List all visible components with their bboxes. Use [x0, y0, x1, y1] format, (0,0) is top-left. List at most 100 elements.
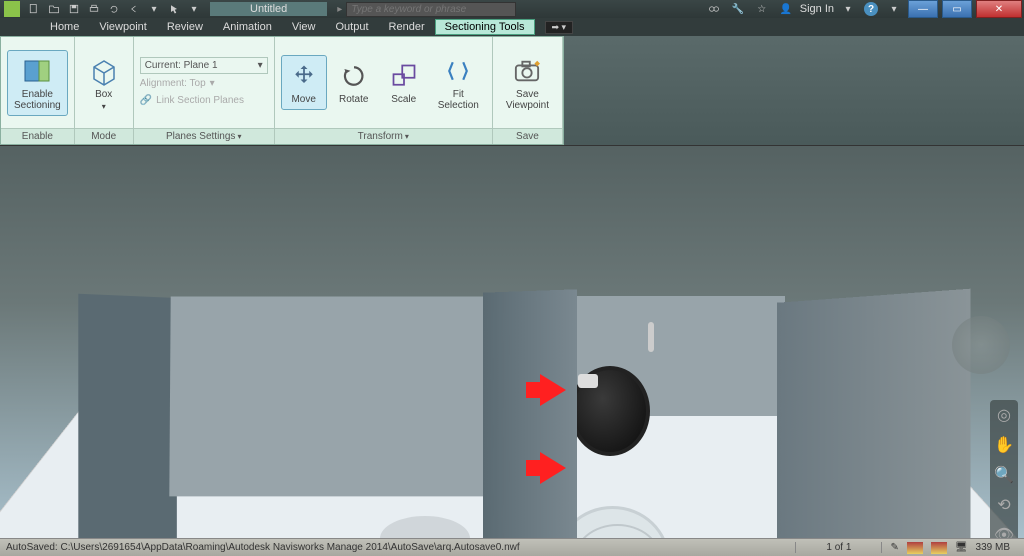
search-input[interactable]: [346, 2, 516, 17]
tab-review[interactable]: Review: [157, 19, 213, 35]
tab-overflow-button[interactable]: ➡ ▾: [545, 21, 574, 34]
orbit-icon[interactable]: ⟲: [993, 494, 1015, 516]
select-icon[interactable]: [166, 2, 182, 16]
current-plane-label: Current: Plane 1: [145, 60, 218, 71]
chevron-down-icon: ▾: [258, 60, 263, 71]
ribbon-group-mode-title: Mode: [75, 128, 133, 144]
model-wall: [777, 289, 970, 538]
save-viewpoint-label: Save Viewpoint: [506, 89, 549, 111]
model-wall: [78, 294, 177, 538]
help-icon[interactable]: ?: [864, 2, 878, 16]
link-icon: 🔗: [140, 95, 152, 106]
annotation-arrow-icon: [540, 374, 566, 406]
fit-selection-label: Fit Selection: [438, 89, 479, 111]
ribbon-group-planes-title[interactable]: Planes Settings: [134, 128, 274, 144]
tab-viewpoint[interactable]: Viewpoint: [89, 19, 157, 35]
move-label: Move: [291, 94, 315, 105]
link-section-planes-button[interactable]: 🔗 Link Section Planes: [140, 93, 268, 108]
scale-icon: [388, 60, 420, 92]
model-faucet: [578, 374, 598, 388]
tab-animation[interactable]: Animation: [213, 19, 282, 35]
rotate-button[interactable]: Rotate: [331, 55, 377, 110]
ribbon-group-transform: Move Rotate Scale: [275, 37, 493, 144]
binoculars-icon[interactable]: [706, 2, 722, 16]
enable-sectioning-label: Enable Sectioning: [14, 89, 61, 111]
status-bar: AutoSaved: C:\Users\2691654\AppData\Roam…: [0, 538, 1024, 556]
steering-wheel-icon[interactable]: ◎: [993, 404, 1015, 426]
app-icon[interactable]: [4, 1, 20, 17]
key-icon[interactable]: 🔧: [730, 2, 746, 16]
box-icon: [88, 55, 120, 87]
ribbon-tabs: Home Viewpoint Review Animation View Out…: [0, 18, 1024, 36]
ribbon-group-save: Save Viewpoint Save: [493, 37, 563, 144]
tab-view[interactable]: View: [282, 19, 326, 35]
model-door-handle: [648, 322, 654, 352]
fit-selection-button[interactable]: Fit Selection: [431, 50, 486, 116]
title-bar: ▾ ▾ Untitled ▸ 🔧 ☆ 👤 Sign In ▾ ? ▾ — ▭ ✕: [0, 0, 1024, 18]
tab-home[interactable]: Home: [40, 19, 89, 35]
sign-in-link[interactable]: Sign In: [800, 3, 834, 15]
print-icon[interactable]: [86, 2, 102, 16]
box-mode-button[interactable]: Box ▾: [81, 50, 127, 116]
tab-output[interactable]: Output: [326, 19, 379, 35]
save-viewpoint-button[interactable]: Save Viewpoint: [499, 50, 556, 116]
alignment-dropdown[interactable]: Alignment: Top ▾: [140, 76, 268, 91]
status-icons: ✎ 🖥 339 MB: [882, 542, 1024, 554]
enable-sectioning-button[interactable]: Enable Sectioning: [7, 50, 68, 116]
fit-selection-icon: [442, 55, 474, 87]
link-section-planes-label: Link Section Planes: [156, 95, 244, 106]
look-icon[interactable]: 👁: [993, 524, 1015, 538]
ribbon-group-mode: Box ▾ Mode: [75, 37, 134, 144]
move-button[interactable]: Move: [281, 55, 327, 110]
redo-icon[interactable]: ▾: [146, 2, 162, 16]
ribbon-group-enable: Enable Sectioning Enable: [1, 37, 75, 144]
pan-icon[interactable]: ✋: [993, 434, 1015, 456]
ribbon-group-transform-title: Transform: [275, 128, 492, 144]
3d-viewport[interactable]: ◎ ✋ 🔍 ⟲ 👁 ▦: [0, 146, 1024, 538]
chevron-down-icon: ▾: [210, 78, 215, 89]
star-icon[interactable]: ☆: [754, 2, 770, 16]
box-mode-label: Box: [95, 89, 112, 100]
ribbon-group-enable-title: Enable: [1, 128, 74, 144]
qat-dropdown-icon[interactable]: ▾: [186, 2, 202, 16]
viewcube[interactable]: [952, 316, 1010, 374]
open-icon[interactable]: [46, 2, 62, 16]
current-plane-dropdown[interactable]: Current: Plane 1 ▾: [140, 57, 268, 74]
scale-label: Scale: [391, 94, 416, 105]
undo-icon[interactable]: [126, 2, 142, 16]
scale-button[interactable]: Scale: [381, 55, 427, 110]
status-pencil-icon[interactable]: ✎: [890, 542, 898, 553]
user-icon[interactable]: 👤: [778, 2, 794, 16]
status-autosave-path: AutoSaved: C:\Users\2691654\AppData\Roam…: [0, 542, 795, 553]
title-dropdown-icon[interactable]: ▸: [337, 4, 342, 15]
window-close-button[interactable]: ✕: [976, 0, 1022, 18]
alignment-label: Alignment: Top: [140, 78, 206, 89]
window-minimize-button[interactable]: —: [908, 0, 938, 18]
sign-in-dropdown-icon[interactable]: ▾: [840, 2, 856, 16]
navigation-bar: ◎ ✋ 🔍 ⟲ 👁 ▦: [990, 400, 1018, 538]
zoom-icon[interactable]: 🔍: [993, 464, 1015, 486]
save-icon[interactable]: [66, 2, 82, 16]
model-partition: [483, 289, 577, 538]
refresh-icon[interactable]: [106, 2, 122, 16]
help-dropdown-icon[interactable]: ▾: [886, 2, 902, 16]
rotate-label: Rotate: [339, 94, 368, 105]
model-wall: [169, 296, 490, 496]
status-bar-icon[interactable]: [931, 542, 947, 554]
annotation-arrow-icon: [540, 452, 566, 484]
move-icon: [288, 60, 320, 92]
status-page-indicator: 1 of 1: [795, 542, 882, 553]
tab-sectioning-tools[interactable]: Sectioning Tools: [435, 19, 535, 35]
camera-icon: [511, 55, 543, 87]
status-memory-value: 339 MB: [976, 542, 1016, 553]
ribbon: Enable Sectioning Enable Box ▾ Mode: [0, 36, 1024, 146]
rotate-icon: [338, 60, 370, 92]
enable-sectioning-icon: [21, 55, 53, 87]
status-disk-icon[interactable]: [907, 542, 923, 554]
document-title: Untitled: [210, 2, 327, 16]
window-maximize-button[interactable]: ▭: [942, 0, 972, 18]
ribbon-group-save-title: Save: [493, 128, 562, 144]
new-icon[interactable]: [26, 2, 42, 16]
tab-render[interactable]: Render: [379, 19, 435, 35]
status-memory-icon[interactable]: 🖥: [955, 542, 968, 553]
